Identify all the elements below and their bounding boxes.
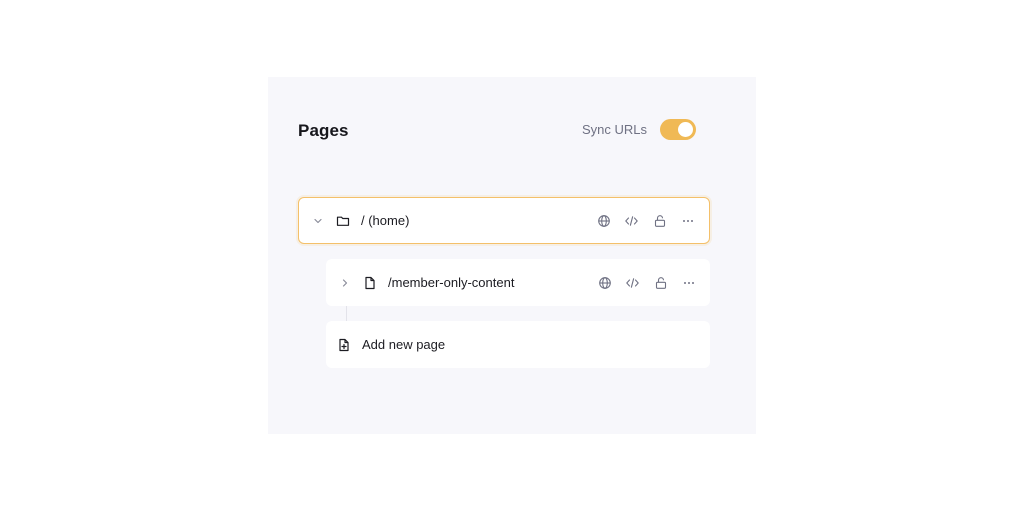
chevron-down-icon[interactable]: [311, 214, 325, 228]
page-row-home[interactable]: / (home): [298, 197, 710, 244]
file-icon: [362, 275, 378, 291]
sync-urls-toggle[interactable]: [660, 119, 696, 140]
more-icon[interactable]: [679, 212, 696, 229]
toggle-knob: [678, 122, 693, 137]
chevron-right-icon[interactable]: [338, 276, 352, 290]
page-label: /member-only-content: [388, 275, 515, 290]
folder-icon: [335, 213, 351, 229]
page-row-member-only-content[interactable]: /member-only-content: [326, 259, 710, 306]
add-new-page-button[interactable]: Add new page: [326, 321, 710, 368]
panel-title: Pages: [298, 121, 349, 140]
file-plus-icon: [336, 337, 352, 353]
page-label: / (home): [361, 213, 410, 228]
more-icon[interactable]: [680, 274, 697, 291]
code-icon[interactable]: [624, 274, 641, 291]
globe-icon[interactable]: [595, 212, 612, 229]
add-new-page-label: Add new page: [362, 337, 446, 352]
row-actions: [595, 212, 696, 229]
globe-icon[interactable]: [596, 274, 613, 291]
pages-panel: Pages Sync URLs / (home) /member-only-co…: [268, 77, 756, 434]
lock-open-icon[interactable]: [652, 274, 669, 291]
sync-urls-label: Sync URLs: [581, 122, 647, 137]
code-icon[interactable]: [623, 212, 640, 229]
sync-urls-control: Sync URLs: [582, 119, 696, 140]
tree-connector-line: [346, 306, 347, 321]
lock-open-icon[interactable]: [651, 212, 668, 229]
row-actions: [596, 274, 697, 291]
